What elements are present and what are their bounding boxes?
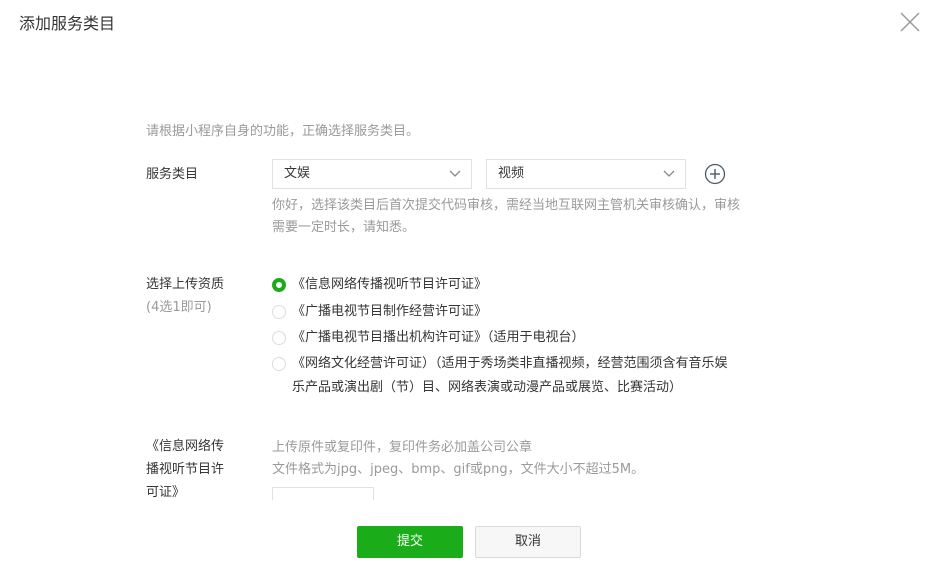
radio-unchecked-icon xyxy=(272,331,286,345)
close-icon xyxy=(900,12,920,32)
radio-option-label: 《广播电视节目制作经营许可证》 xyxy=(292,304,488,319)
radio-option-2[interactable]: 《广播电视节目制作经营许可证》 xyxy=(272,300,572,324)
radio-option-label: 《广播电视节目播出机构许可证》（适用于电视台） xyxy=(292,330,585,345)
upload-label-line3: 可证》 xyxy=(146,485,186,500)
radio-unchecked-icon xyxy=(272,305,286,319)
upload-label-line1: 《信息网络传 xyxy=(146,439,225,454)
dialog-body[interactable]: 请根据小程序自身的功能，正确选择服务类目。 服务类目 文娱 视频 你好，选择该类… xyxy=(0,60,935,500)
upload-label-line2: 播视听节目许 xyxy=(146,462,225,477)
upload-hint-line2: 文件格式为jpg、jpeg、bmp、gif或png，文件大小不超过5M。 xyxy=(272,462,645,477)
upload-hint-line1: 上传原件或复印件，复印件务必加盖公司公章 xyxy=(272,440,533,455)
add-category-button[interactable] xyxy=(704,163,726,185)
qualification-label: 选择上传资质 xyxy=(146,277,225,292)
category-hint-line2: 需要一定时长，请知悉。 xyxy=(272,220,416,235)
intro-text: 请根据小程序自身的功能，正确选择服务类目。 xyxy=(146,124,420,139)
qualification-sublabel: (4选1即可) xyxy=(146,300,212,315)
close-button[interactable] xyxy=(898,10,922,34)
dialog-title: 添加服务类目 xyxy=(19,14,116,33)
radio-option-3[interactable]: 《广播电视节目播出机构许可证》（适用于电视台） xyxy=(272,326,672,350)
chevron-down-icon xyxy=(449,170,461,177)
category-hint-line1: 你好，选择该类目后首次提交代码审核，需经当地互联网主管机关审核确认，审核 xyxy=(272,198,741,213)
secondary-category-value: 视频 xyxy=(498,166,525,181)
radio-checked-icon xyxy=(272,278,286,292)
submit-button[interactable]: 提交 xyxy=(357,526,463,558)
cancel-button[interactable]: 取消 xyxy=(475,526,581,558)
radio-option-label: 《信息网络传播视听节目许可证》 xyxy=(292,277,488,292)
chevron-down-icon xyxy=(663,170,675,177)
radio-option-1[interactable]: 《信息网络传播视听节目许可证》 xyxy=(272,273,572,297)
secondary-category-select[interactable]: 视频 xyxy=(486,159,686,189)
radio-option-label: 《网络文化经营许可证）（适用于秀场类非直播视频，经营范围须含有音乐娱 xyxy=(292,356,728,371)
primary-category-value: 文娱 xyxy=(284,166,311,181)
radio-unchecked-icon xyxy=(272,357,286,371)
radio-option-4[interactable]: 《网络文化经营许可证）（适用于秀场类非直播视频，经营范围须含有音乐娱 乐产品或演… xyxy=(272,352,782,400)
service-category-label: 服务类目 xyxy=(146,167,199,182)
radio-option-label-continued: 乐产品或演出剧（节）目、网络表演或动漫产品或展览、比赛活动） xyxy=(292,380,683,395)
upload-button[interactable] xyxy=(272,487,374,500)
primary-category-select[interactable]: 文娱 xyxy=(272,159,472,189)
plus-circle-icon xyxy=(704,163,726,185)
